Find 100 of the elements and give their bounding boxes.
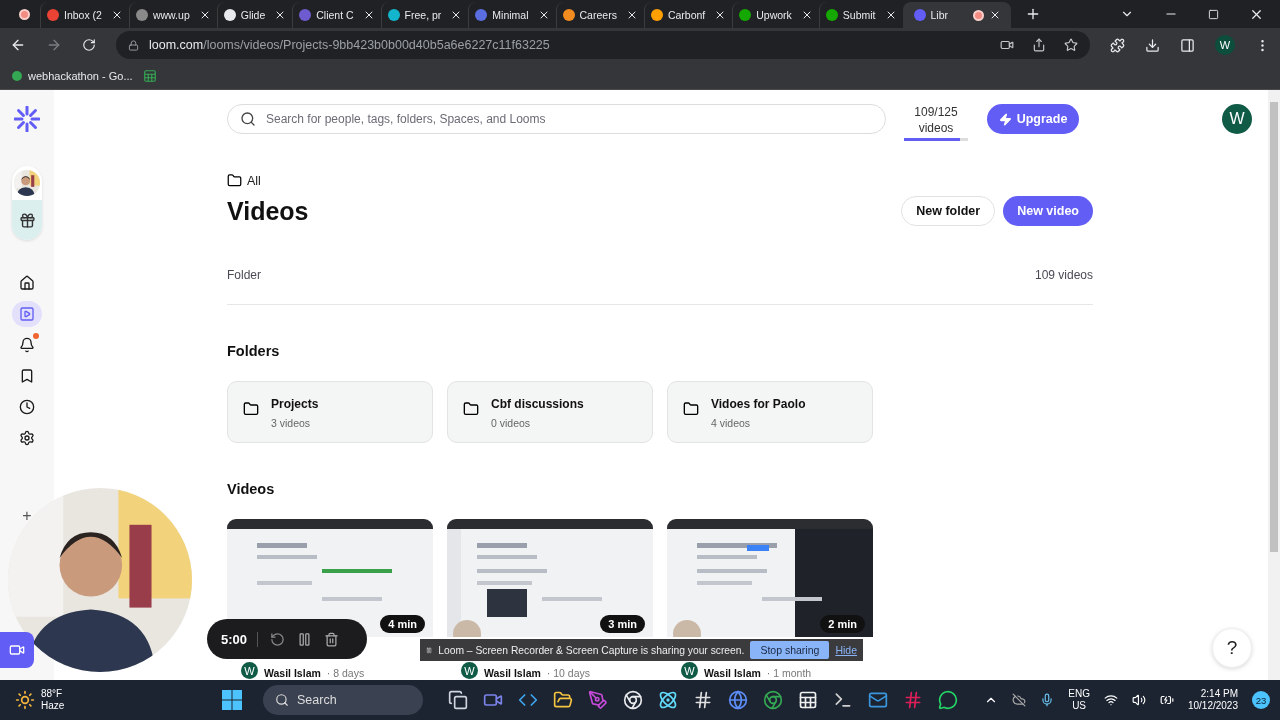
clock-icon (19, 399, 35, 415)
restore-icon[interactable] (1208, 8, 1219, 20)
video-thumbnail[interactable]: 2 min (667, 519, 873, 637)
folder-name: Cbf discussions (491, 397, 584, 411)
search-icon (275, 693, 289, 707)
share-icon[interactable] (1032, 38, 1046, 52)
clock-time[interactable]: 2:14 PM (1200, 688, 1238, 700)
lock-icon (128, 39, 139, 51)
folder-count: 4 videos (711, 417, 752, 429)
video-count: 109/125 (914, 104, 958, 120)
profile-avatar[interactable]: W (1215, 35, 1235, 55)
page-title: Videos (227, 196, 309, 226)
pause-icon[interactable] (297, 631, 313, 647)
folder-name: Projects (271, 397, 319, 411)
taskbar-search[interactable]: Search (263, 685, 423, 715)
temperature: 88°F (41, 688, 63, 700)
volume-icon[interactable] (1131, 693, 1146, 707)
spreadsheet-icon[interactable] (142, 68, 157, 83)
globe-icon[interactable] (728, 690, 748, 710)
author-name: Wasil Islam (484, 667, 541, 679)
video-camera-icon (9, 642, 25, 658)
home-icon (19, 275, 35, 291)
address-bar[interactable]: loom.com/looms/videos/Projects-9bb423b0b00d40b5a6e6227c11f63225 (116, 31, 1090, 59)
language-indicator[interactable]: US (1072, 700, 1087, 712)
download-icon[interactable] (1145, 37, 1160, 53)
duration-badge: 3 min (600, 615, 645, 633)
search-icon (240, 111, 256, 127)
new-video-button[interactable]: New video (1003, 196, 1093, 226)
filter-label: Folder (227, 268, 261, 282)
recording-timer: 5:00 (221, 631, 259, 647)
cloud-off-icon[interactable] (1012, 693, 1027, 707)
loom-logo (14, 106, 40, 132)
stop-sharing-button[interactable]: Stop sharing (750, 641, 830, 659)
video-age: · 1 month (766, 667, 812, 679)
author-name: Wasil Islam (704, 667, 761, 679)
upgrade-button[interactable]: Upgrade (987, 104, 1079, 134)
wifi-icon[interactable] (1103, 693, 1118, 707)
video-count-label: videos (918, 120, 954, 136)
atom-icon[interactable] (658, 690, 678, 710)
battery-icon[interactable] (1159, 693, 1174, 707)
duration-badge: 4 min (380, 615, 425, 633)
video-total: 109 videos (1034, 268, 1093, 282)
back-icon[interactable] (10, 37, 26, 53)
language-indicator[interactable]: ENG (1068, 688, 1090, 700)
pen-icon[interactable] (588, 690, 608, 710)
microphone-icon[interactable] (1040, 693, 1055, 707)
weather-condition: Haze (41, 700, 65, 712)
reload-icon[interactable] (82, 38, 96, 52)
side-panel-icon[interactable] (1180, 37, 1195, 53)
trash-icon[interactable] (324, 631, 340, 647)
add-button[interactable]: + (22, 507, 32, 525)
notification-badge[interactable]: 23 (1252, 691, 1270, 709)
mail-icon[interactable] (868, 690, 888, 710)
camera-icon[interactable] (1000, 38, 1014, 52)
folder-icon (683, 401, 699, 417)
settings-icon (19, 430, 35, 446)
clock-date[interactable]: 10/12/2023 (1187, 700, 1238, 712)
section-heading: Folders (227, 343, 281, 359)
folder-count: 0 videos (491, 417, 532, 429)
help-button[interactable]: ? (1212, 628, 1252, 668)
terminal-icon[interactable] (833, 690, 853, 710)
author-avatar: W (681, 662, 698, 679)
section-heading: Videos (227, 481, 276, 497)
folder-card[interactable]: Cbf discussions 0 videos (447, 381, 653, 443)
video-age: · 8 days (326, 667, 365, 679)
restart-icon[interactable] (270, 631, 286, 647)
record-icon (18, 8, 30, 20)
hide-link[interactable]: Hide (835, 644, 857, 656)
folder-icon (463, 401, 479, 417)
puzzle-icon[interactable] (1110, 37, 1125, 53)
video-thumbnail[interactable]: 3 min (447, 519, 653, 637)
duration-badge: 2 min (820, 615, 865, 633)
bookmark-link[interactable]: webhackathon - Go... (12, 69, 133, 82)
sharing-message: Loom – Screen Recorder & Screen Capture is sharing your screen. (438, 644, 745, 656)
bell-icon (19, 337, 35, 353)
lightning-icon (998, 112, 1012, 126)
breadcrumb-link[interactable]: All (247, 173, 261, 188)
user-avatar[interactable]: W (1222, 104, 1252, 134)
folder-count: 3 videos (271, 417, 312, 429)
author-avatar: W (461, 662, 478, 679)
folder-icon[interactable] (553, 690, 573, 710)
new-folder-button[interactable]: New folder (901, 196, 996, 226)
folder-card[interactable]: Projects 3 videos (227, 381, 433, 443)
folder-card[interactable]: Vidoes for Paolo 4 videos (667, 381, 873, 443)
star-icon[interactable] (1064, 38, 1078, 52)
gift-icon[interactable] (18, 211, 36, 229)
sun-icon (15, 690, 35, 710)
video-library-icon (19, 306, 35, 322)
author-name: Wasil Islam (264, 667, 321, 679)
video-age: · 10 days (546, 667, 590, 679)
folder-icon (227, 173, 242, 188)
chat-icon[interactable] (938, 690, 958, 710)
browser-tab[interactable]: Libr (902, 2, 1012, 28)
folder-icon (243, 401, 259, 417)
forward-icon[interactable] (46, 37, 62, 53)
search-input[interactable]: Search for people, tags, folders, Spaces, and Looms (264, 111, 873, 127)
bookmark-icon (19, 368, 35, 384)
author-avatar: W (241, 662, 258, 679)
folder-name: Vidoes for Paolo (711, 397, 806, 411)
camera-button[interactable] (0, 632, 34, 668)
